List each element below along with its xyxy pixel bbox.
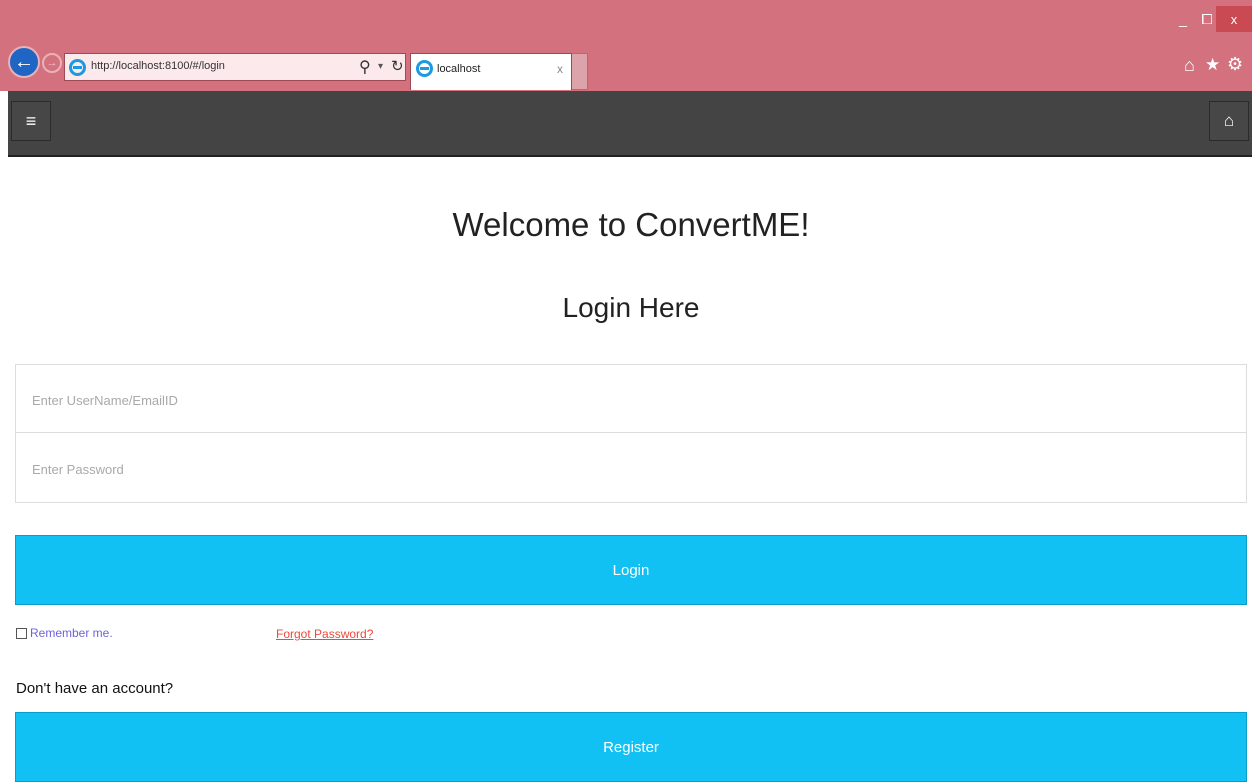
no-account-text: Don't have an account?	[16, 680, 174, 697]
arrow-left-icon: ←	[14, 50, 34, 73]
refresh-icon[interactable]: ↻	[391, 57, 404, 75]
home-button[interactable]: ⌂	[1209, 101, 1249, 141]
minimize-button[interactable]: _	[1172, 6, 1194, 32]
hamburger-icon: ≡	[25, 110, 37, 131]
browser-chrome: _ ⧠ x ← → http://localhost:8100/#/login …	[0, 0, 1252, 91]
page-subtitle: Login Here	[562, 292, 700, 323]
password-input[interactable]	[30, 457, 1214, 481]
new-tab-button[interactable]	[572, 53, 588, 90]
menu-button[interactable]: ≡	[11, 101, 51, 141]
forgot-password-link[interactable]: Forgot Password?	[276, 627, 373, 641]
address-bar[interactable]: http://localhost:8100/#/login ⚲ ▾ ↻	[64, 53, 406, 81]
gear-icon[interactable]: ⚙	[1227, 54, 1243, 75]
register-button[interactable]: Register	[15, 712, 1247, 782]
favorites-star-icon[interactable]: ★	[1205, 55, 1220, 75]
internet-explorer-icon	[416, 60, 433, 77]
dropdown-arrow-icon[interactable]: ▾	[378, 61, 383, 72]
login-form	[15, 364, 1247, 503]
password-field[interactable]	[16, 434, 1246, 502]
restore-button[interactable]: ⧠	[1196, 6, 1218, 32]
search-icon[interactable]: ⚲	[359, 57, 371, 77]
app-header: ≡ ⌂	[8, 91, 1252, 157]
close-window-button[interactable]: x	[1216, 6, 1252, 32]
back-button[interactable]: ←	[8, 46, 40, 78]
username-input[interactable]	[30, 388, 1214, 412]
home-icon: ⌂	[1223, 111, 1235, 130]
forward-button[interactable]: →	[42, 53, 62, 73]
remember-me[interactable]: Remember me.	[16, 626, 113, 640]
remember-label[interactable]: Remember me.	[30, 626, 113, 640]
arrow-right-icon: →	[46, 57, 58, 69]
username-field[interactable]	[16, 365, 1246, 433]
page-title: Welcome to ConvertME!	[452, 206, 810, 243]
address-url[interactable]: http://localhost:8100/#/login	[91, 60, 225, 72]
home-icon[interactable]: ⌂	[1184, 55, 1195, 76]
tab-title: localhost	[437, 63, 481, 75]
tab-close-icon[interactable]: x	[557, 62, 563, 76]
login-button[interactable]: Login	[15, 535, 1247, 605]
internet-explorer-icon	[69, 59, 86, 76]
remember-checkbox[interactable]	[16, 627, 27, 639]
browser-tab[interactable]: localhost x	[410, 53, 572, 90]
